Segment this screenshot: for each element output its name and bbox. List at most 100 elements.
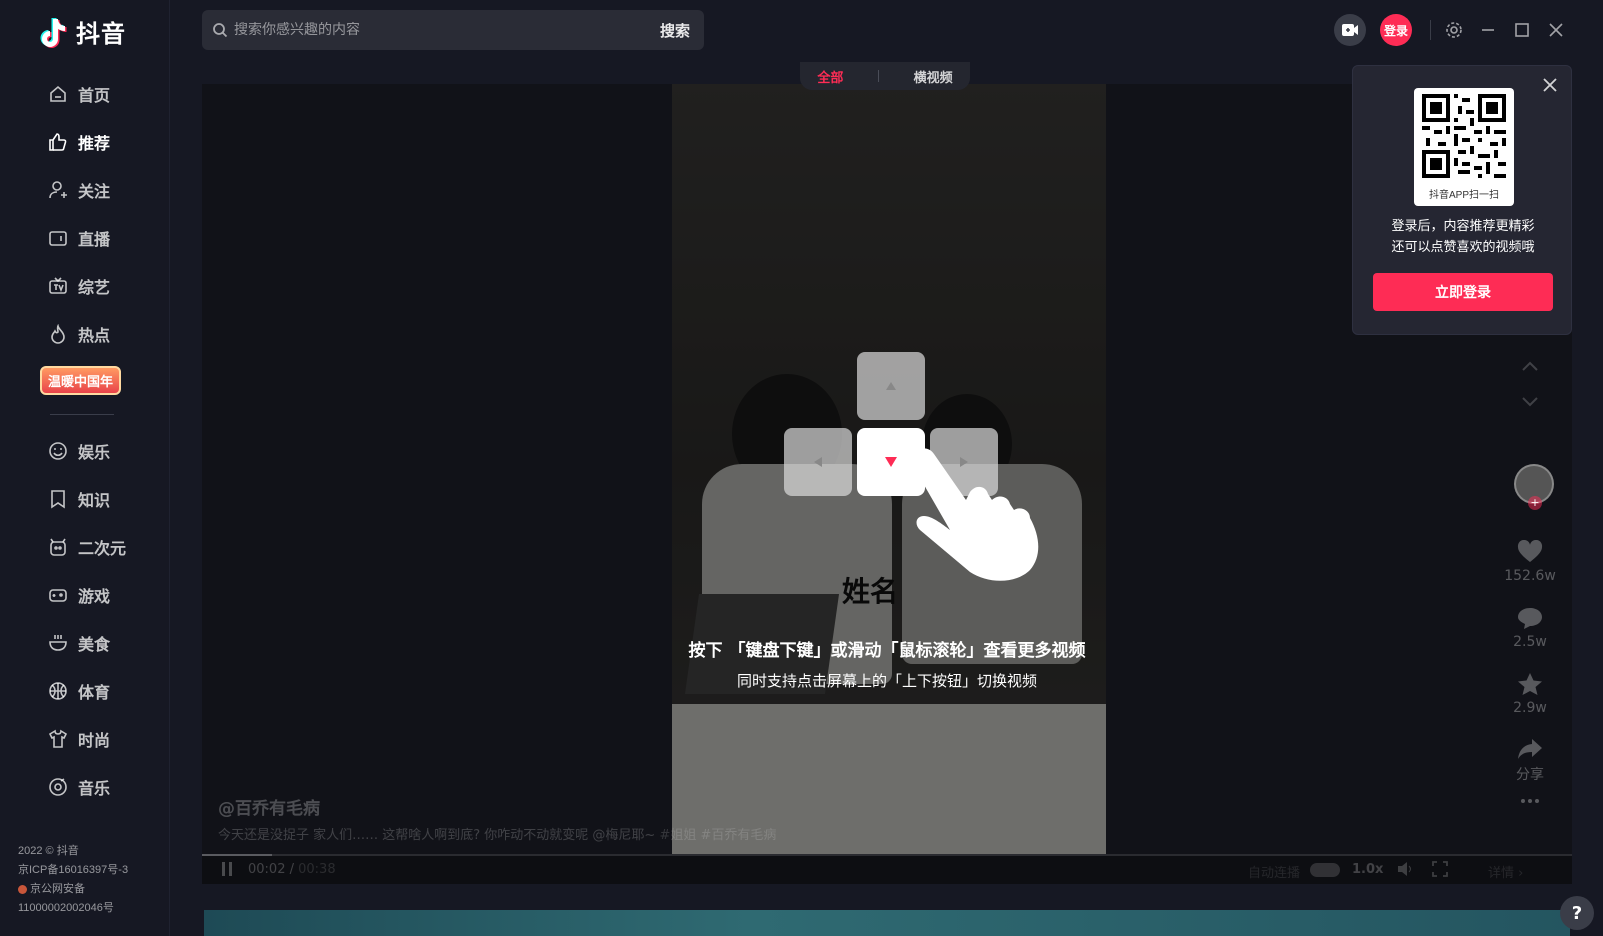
help-button[interactable]: ?	[1560, 896, 1594, 930]
more-dots-icon	[1521, 799, 1539, 803]
sidebar-item-label: 音乐	[78, 779, 111, 798]
douyin-logo[interactable]: 抖音	[40, 14, 126, 49]
tab-landscape[interactable]: 横视频	[914, 67, 953, 86]
minimize-button[interactable]	[1478, 20, 1498, 40]
header-login-button[interactable]: 登录	[1380, 14, 1412, 46]
sidebar-item-entertainment[interactable]: 娱乐	[0, 427, 170, 475]
upload-video-button[interactable]	[1334, 14, 1366, 46]
app-name: 抖音	[76, 20, 126, 48]
sidebar-item-music[interactable]: 音乐	[0, 763, 170, 811]
shirt-icon	[48, 729, 68, 748]
user-add-icon	[49, 181, 67, 199]
qr-code-icon	[1422, 94, 1506, 178]
smile-icon	[49, 442, 67, 460]
arrow-up-icon	[886, 382, 896, 390]
search-button[interactable]: 搜索	[660, 20, 690, 41]
header-login: 登录	[1380, 14, 1412, 46]
share-button[interactable]: 分享	[1492, 738, 1568, 784]
search-input[interactable]	[234, 22, 634, 38]
next-video-button[interactable]	[1492, 396, 1568, 412]
window-controls	[1444, 14, 1566, 46]
sidebar-item-home[interactable]: 首页	[0, 70, 170, 118]
follow-plus-button[interactable]: +	[1528, 496, 1542, 510]
settings-button[interactable]	[1444, 20, 1464, 40]
sidebar-item-live[interactable]: 直播	[0, 214, 170, 262]
login-now-button[interactable]: 立即登录	[1373, 273, 1553, 311]
sidebar-item-label: 娱乐	[78, 443, 111, 462]
sidebar-item-label: 综艺	[78, 278, 111, 297]
police-record[interactable]: 京公网安备	[18, 880, 128, 899]
video-author[interactable]: @百乔有毛病	[218, 794, 320, 819]
volume-icon	[1398, 862, 1411, 876]
sidebar-item-knowledge[interactable]: 知识	[0, 475, 170, 523]
heart-icon	[1517, 539, 1543, 562]
tv-icon	[49, 277, 67, 294]
comment-button[interactable]: 2.5w	[1492, 606, 1568, 650]
sidebar-item-follow[interactable]: 关注	[0, 166, 170, 214]
time-total: 00:38	[298, 862, 336, 877]
qr-caption: 抖音APP扫一扫	[1428, 190, 1499, 201]
sidebar-item-anime[interactable]: 二次元	[0, 523, 170, 571]
sidebar-item-recommend[interactable]: 推荐	[0, 118, 170, 166]
sidebar-item-label: 直播	[78, 230, 111, 249]
favorite-button[interactable]: 2.9w	[1492, 672, 1568, 716]
next-video-preview[interactable]	[204, 910, 1570, 936]
tiktok-note-icon	[40, 17, 67, 48]
icp-link[interactable]: 京ICP备16016397号-3	[18, 861, 128, 880]
sidebar-item-label: 关注	[78, 182, 111, 201]
progress-fill	[202, 854, 272, 856]
detail-link[interactable]: 详情 ›	[1488, 862, 1523, 881]
like-button[interactable]: 152.6w	[1492, 539, 1568, 584]
share-arrow-icon	[1518, 739, 1542, 759]
volume-button[interactable]	[1396, 861, 1414, 881]
feed-tabs: 全部 横视频	[800, 62, 970, 90]
close-icon[interactable]	[1541, 76, 1559, 94]
progress-bar[interactable]	[202, 854, 1572, 856]
player-controls: 00:02 / 00:38 自动连播 1.0x 详情 ›	[202, 854, 1572, 884]
video-camera-icon	[1342, 24, 1358, 36]
sidebar-item-label: 体育	[78, 683, 111, 702]
sidebar-item-label: 知识	[78, 491, 111, 510]
police-badge-icon	[18, 885, 27, 894]
autoplay-label: 自动连播	[1248, 866, 1301, 881]
gamepad-icon	[49, 589, 67, 602]
maximize-icon	[1515, 23, 1529, 37]
time-current: 00:02	[248, 862, 286, 877]
description-tags[interactable]: #姐姐 #百乔有毛病	[659, 828, 776, 843]
music-disc-icon	[49, 778, 67, 796]
sidebar-item-label: 热点	[78, 326, 111, 345]
sidebar-item-variety[interactable]: 综艺	[0, 262, 170, 310]
sidebar-divider	[50, 414, 114, 415]
maximize-button[interactable]	[1512, 20, 1532, 40]
sidebar-item-sports[interactable]: 体育	[0, 667, 170, 715]
sidebar-item-food[interactable]: 美食	[0, 619, 170, 667]
search-bar: 搜索	[202, 10, 704, 50]
sidebar-item-label: 时尚	[78, 731, 111, 750]
description-text: 今天还是没捉子 家人们…… 这帮啥人啊到底? 你咋动不动就变呢 @梅尼耶~	[218, 828, 656, 843]
sidebar-item-games[interactable]: 游戏	[0, 571, 170, 619]
pause-button[interactable]	[220, 861, 234, 881]
autoplay-toggle[interactable]	[1310, 863, 1340, 877]
sidebar-item-label: 美食	[78, 635, 111, 654]
gear-icon	[1446, 22, 1462, 38]
thumbs-up-icon	[49, 133, 67, 151]
close-window-button[interactable]	[1546, 20, 1566, 40]
bookmark-icon	[51, 490, 65, 509]
fullscreen-button[interactable]	[1432, 861, 1448, 881]
comment-count: 2.5w	[1513, 634, 1547, 650]
sidebar-item-hot[interactable]: 热点	[0, 310, 170, 358]
like-count: 152.6w	[1504, 568, 1556, 584]
sidebar-item-fashion[interactable]: 时尚	[0, 715, 170, 763]
question-icon: ?	[1571, 902, 1583, 924]
share-label: 分享	[1516, 767, 1544, 783]
key-up	[857, 352, 925, 420]
promo-banner[interactable]: 温暖中国年	[0, 358, 170, 402]
prev-video-button[interactable]	[1492, 360, 1568, 376]
tab-all[interactable]: 全部	[817, 67, 843, 86]
copyright-text: 2022 © 抖音	[18, 845, 79, 857]
chevron-down-icon	[1522, 397, 1538, 407]
sidebar: 抖音 首页 推荐 关注 直播 综艺 热点 温暖中国年 娱乐 知识 二次元 游戏 …	[0, 0, 170, 936]
bowl-icon	[49, 635, 67, 651]
speed-button[interactable]: 1.0x	[1352, 862, 1383, 877]
more-button[interactable]	[1492, 792, 1568, 808]
